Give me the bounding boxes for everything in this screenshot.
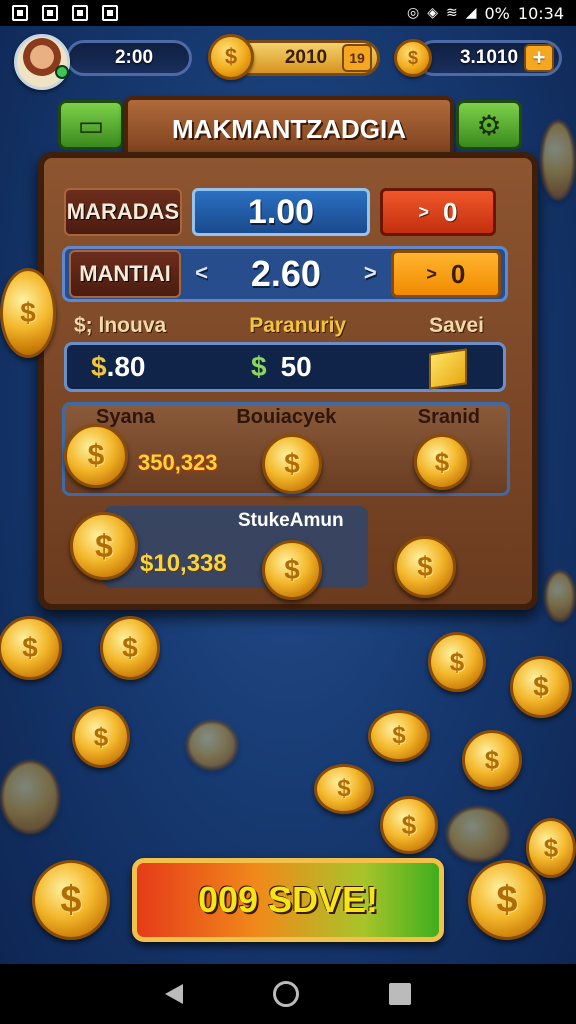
row2-action-button[interactable]: >0: [390, 250, 501, 298]
coin-icon: $: [368, 710, 430, 762]
coin-icon: [186, 720, 238, 770]
section2-header: StukeAmun: [238, 510, 344, 531]
dollar-icon: $: [251, 351, 267, 382]
coin-icon: $: [0, 616, 62, 680]
gallery-notification-icon: [12, 5, 28, 21]
row2-label: MANTIAI: [69, 250, 182, 298]
app-notification-icon: [102, 5, 118, 21]
coin-icon: [544, 570, 576, 622]
section1-value: 350,323: [138, 450, 218, 475]
bank-value: 3.1010: [459, 47, 519, 68]
stats-value-1-text: .80: [106, 351, 146, 382]
stats-value-1: $.80: [91, 351, 146, 383]
coin-icon: $: [32, 860, 110, 940]
coin-icon: $: [64, 424, 128, 488]
timer-value: 2:00: [114, 47, 154, 68]
section1-header-3: Sranid: [417, 406, 480, 428]
gear-icon: ⚙: [476, 109, 502, 141]
stats-header-1: $; lnouva: [74, 314, 167, 337]
coin-icon: $: [510, 656, 572, 718]
battery-level: 0%: [484, 3, 510, 23]
bet-row-2: MANTIAI < 2.60 > >0: [62, 246, 508, 302]
coin-icon: $: [314, 764, 374, 814]
status-bar: ◎ ◈ ≋ ◢ 0% 10:34: [0, 0, 576, 26]
row1-label: MARADAS: [64, 188, 182, 236]
section2-value: $10,338: [140, 550, 227, 577]
coin-icon: $: [380, 796, 438, 854]
gold-badge[interactable]: 19: [342, 44, 372, 72]
player-avatar[interactable]: [14, 34, 70, 90]
coin-icon: $: [462, 730, 522, 790]
decrease-arrow-icon[interactable]: <: [195, 260, 208, 286]
recent-apps-icon[interactable]: [389, 983, 411, 1005]
add-coins-button[interactable]: +: [524, 44, 554, 72]
top-hud: 2:00 2010 $ 19 3.1010 $ +: [0, 30, 576, 90]
coin-icon: $: [428, 632, 486, 692]
coin-icon: $: [70, 512, 138, 580]
coin-icon: $: [262, 434, 322, 494]
settings-button[interactable]: ⚙: [456, 100, 522, 150]
section1-header-2: Bouiacyek: [236, 406, 337, 428]
row1-button-value: 0: [443, 196, 458, 227]
coin-icon: [540, 120, 576, 200]
timer-display: 2:00: [66, 40, 192, 76]
stats-box: $.80 $50: [64, 342, 506, 392]
coin-icon: $: [72, 706, 130, 768]
bank-coin-icon: $: [394, 39, 432, 77]
bet-row-1: MARADAS 1.00 >0: [64, 186, 508, 238]
coin-icon: $: [100, 616, 160, 680]
stats-header-3: Savei: [429, 314, 484, 337]
chevron-right-icon: >: [418, 201, 430, 222]
coin-icon: [446, 806, 510, 862]
coin-icon: $: [0, 268, 56, 358]
coin-icon: $: [262, 540, 322, 600]
coin-icon: $: [526, 818, 576, 878]
dollar-icon: $: [91, 351, 107, 382]
gold-value: 2010: [284, 47, 328, 68]
row2-value: 2.60: [250, 253, 321, 294]
stats-value-2: $50: [251, 351, 312, 383]
coin-icon: $: [414, 434, 470, 490]
photo-notification-icon: [72, 5, 88, 21]
row1-action-button[interactable]: >0: [380, 188, 496, 236]
gold-cube-icon[interactable]: [429, 348, 467, 390]
coin-icon: $: [394, 536, 456, 598]
stats-value-2-text: 50: [280, 351, 312, 382]
coin-icon: $: [468, 860, 546, 940]
location-icon: ◈: [427, 5, 438, 21]
clock: 10:34: [517, 3, 564, 23]
row2-button-value: 0: [450, 258, 466, 289]
row2-value-stepper[interactable]: < 2.60 >: [191, 250, 381, 298]
home-icon[interactable]: [273, 981, 299, 1007]
chevron-right-icon: >: [426, 263, 437, 284]
image-notification-icon: [42, 5, 58, 21]
increase-arrow-icon[interactable]: >: [364, 260, 377, 286]
alarm-icon: ◎: [406, 5, 420, 21]
cart-icon: ▭: [77, 109, 105, 141]
section1-headers: Syana Bouiacyek Sranid: [96, 406, 480, 429]
stats-headers: $; lnouva Paranuriy Savei: [74, 314, 484, 338]
gold-coin-icon: $: [208, 34, 254, 80]
coin-icon: [0, 760, 60, 834]
row1-value[interactable]: 1.00: [192, 188, 370, 236]
wifi-icon: ≋: [445, 5, 458, 21]
signal-icon: ◢: [465, 5, 477, 21]
stats-header-2: Paranuriy: [249, 314, 347, 337]
shop-button[interactable]: ▭: [58, 100, 124, 150]
system-nav-bar: [0, 964, 576, 1024]
play-button[interactable]: 009 SDVE!: [132, 858, 444, 942]
back-icon[interactable]: [165, 984, 183, 1004]
online-indicator: [55, 65, 69, 79]
